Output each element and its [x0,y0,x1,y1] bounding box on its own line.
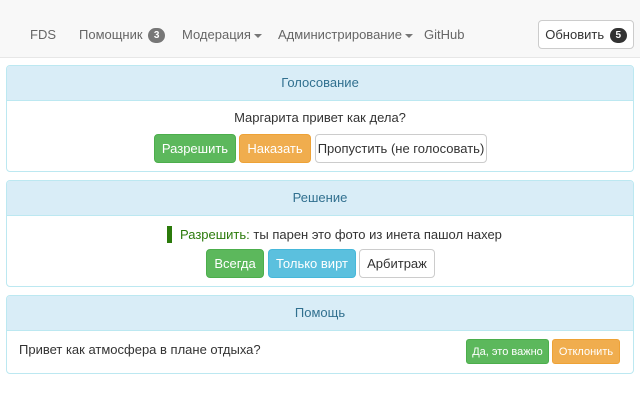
decision-text: ты парен это фото из инета пашол нахер [253,227,502,242]
always-button[interactable]: Всегда [206,249,264,278]
allow-button[interactable]: Разрешить [154,134,236,163]
decision-panel-title: Решение [7,181,633,216]
nav-administration-label: Администрирование [278,27,402,42]
decision-verdict: Разрешить: [180,227,250,242]
nav-helper-label: Помощник [79,27,143,42]
caret-down-icon [253,33,262,38]
skip-vote-button[interactable]: Пропустить (не голосовать) [315,134,487,163]
nav-administration-dropdown[interactable]: Администрирование [278,27,413,43]
virt-only-button[interactable]: Только вирт [268,249,356,278]
help-message: Привет как атмосфера в плане отдыха? [19,342,261,357]
help-panel-title: Помощь [7,296,633,331]
nav-moderation-dropdown[interactable]: Модерация [182,27,262,43]
nav-helper[interactable]: Помощник 3 [79,27,166,43]
arbitration-button[interactable]: Арбитраж [359,249,435,278]
reject-button[interactable]: Отклонить [552,339,620,364]
nav-github[interactable]: GitHub [424,27,464,43]
help-panel: Помощь Привет как атмосфера в плане отды… [6,295,634,374]
caret-down-icon [404,33,413,38]
voting-message: Маргарита привет как дела? [234,110,406,125]
voting-panel: Голосование Маргарита привет как дела? Р… [6,65,634,172]
decision-quote: Разрешить: ты парен это фото из инета па… [167,226,502,243]
nav-brand[interactable]: FDS [30,27,56,43]
decision-panel: Решение Разрешить: ты парен это фото из … [6,180,634,287]
refresh-button-label: Обновить [545,26,605,42]
navbar: FDS Помощник 3 Модерация Администрирован… [0,0,640,58]
voting-panel-title: Голосование [7,66,633,101]
helper-count-badge: 3 [148,28,166,43]
important-button[interactable]: Да, это важно [466,339,549,364]
punish-button[interactable]: Наказать [239,134,311,163]
refresh-count-badge: 5 [609,27,627,43]
refresh-button[interactable]: Обновить 5 [538,20,634,49]
nav-moderation-label: Модерация [182,27,251,42]
